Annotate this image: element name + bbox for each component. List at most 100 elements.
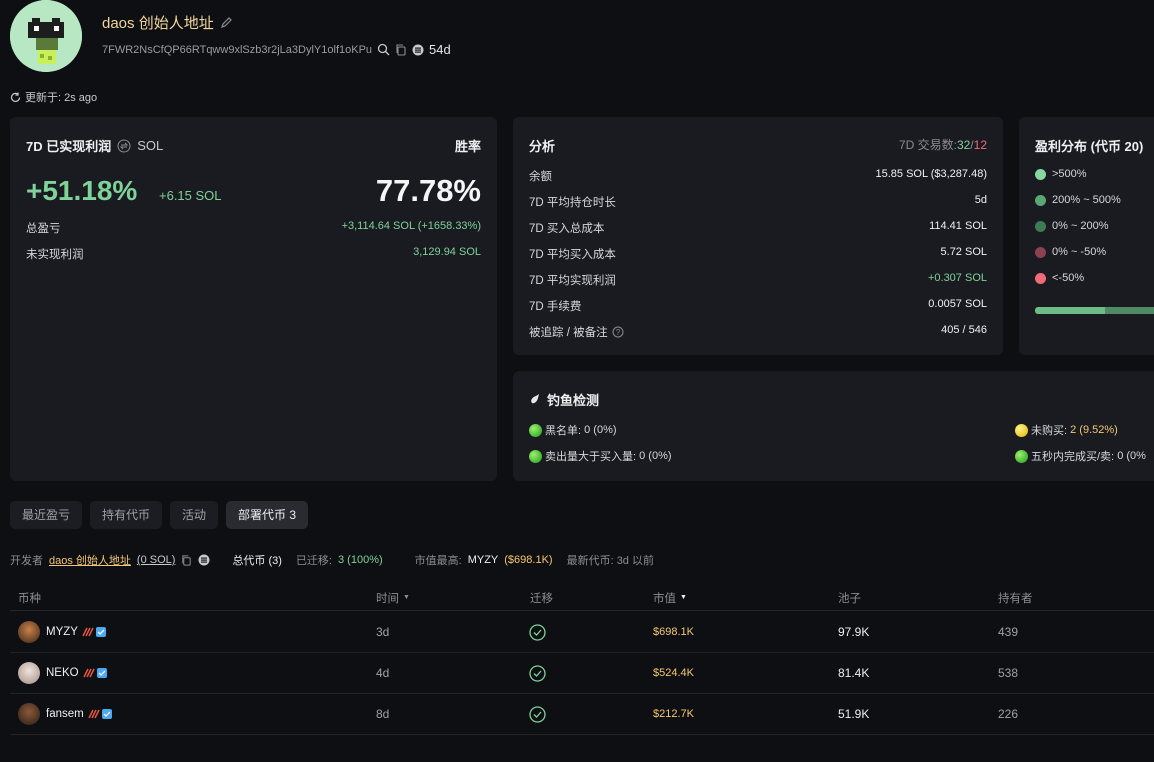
winrate-label: 胜率 [454, 139, 481, 154]
distribution-title: 盈利分布 (代币 20) [1035, 139, 1144, 154]
status-green-icon [529, 423, 542, 437]
pnl-unit: SOL [137, 138, 164, 153]
mc-cell: $212.7K [653, 708, 694, 720]
dev-name-link[interactable]: daos 创始人地址 [49, 552, 131, 568]
flame-icon [82, 627, 94, 637]
distribution-item: 0% ~ 200% [1035, 220, 1109, 232]
updated-text: 更新于: 2s ago [25, 92, 98, 104]
copy-icon[interactable] [181, 554, 192, 566]
verified-icon [96, 668, 107, 678]
col-coin: 币种 [18, 592, 41, 605]
chain-icon [198, 554, 210, 566]
pnl-sol: +6.15 SOL [159, 188, 222, 203]
phishing-value: 0 (0% [1117, 450, 1146, 462]
analysis-row: 余额 15.85 SOL ($3,287.48) [529, 168, 987, 184]
bar-segment-high [1035, 307, 1105, 314]
table-header: 币种 时间 ▼ 迁移 市值 ▼ 池子 持有者 [10, 585, 1154, 611]
tab-recent-pnl[interactable]: 最近盈亏 [10, 501, 83, 529]
phishing-label: 未购买: [1031, 425, 1068, 437]
distribution-item: <-50% [1035, 272, 1084, 284]
unrealized-value: 3,129.94 SOL [413, 246, 481, 258]
unrealized-label: 未实现利润 [26, 249, 84, 261]
total-tokens: 总代币 (3) [232, 555, 282, 567]
migrated-value: 3 (100%) [338, 554, 383, 566]
tab-holdings[interactable]: 持有代币 [90, 501, 163, 529]
wallet-name: daos 创始人地址 [102, 12, 233, 33]
updated-status: 更新于: 2s ago [10, 89, 97, 105]
pnl-card: 7D 已实现利润 SOL 胜率 +51.18% +6.15 SOL 77.78%… [10, 117, 497, 481]
status-yellow-icon [1015, 423, 1028, 437]
top-mc-value: ($698.1K) [504, 554, 553, 566]
sort-active-icon[interactable]: ▼ [680, 594, 687, 601]
token-avatar [18, 621, 40, 643]
tx-count: 7D 交易数:32/12 [899, 136, 987, 153]
pool-cell: 97.9K [838, 625, 870, 639]
col-time[interactable]: 时间 ▼ [376, 585, 410, 610]
distribution-item: >500% [1035, 168, 1087, 180]
legend-dot [1035, 220, 1046, 232]
legend-dot [1035, 246, 1046, 258]
legend-dot [1035, 272, 1046, 284]
pool-cell: 51.9K [838, 707, 870, 721]
col-mc-label: 市值 [653, 592, 676, 605]
phishing-item: 未购买: 2 (9.52%) [1015, 422, 1118, 438]
analysis-row: 7D 平均实现利润 +0.307 SOL [529, 272, 987, 288]
token-avatar [18, 703, 40, 725]
analysis-row: 7D 平均持仓时长 5d [529, 194, 987, 210]
bar-segment-mid [1105, 307, 1154, 314]
search-icon[interactable] [377, 43, 390, 56]
status-green-icon [1015, 449, 1028, 463]
unrealized-row: 未实现利润 3,129.94 SOL [26, 246, 481, 262]
sort-down-icon[interactable]: ▼ [403, 594, 410, 601]
edit-icon[interactable] [220, 16, 233, 29]
migrated-cell [529, 694, 546, 734]
table-row[interactable]: MYZY 3d $698.1K 97.9K 439 [10, 612, 1154, 653]
coin-cell: NEKO [18, 653, 107, 693]
status-green-icon [529, 449, 542, 463]
table-row[interactable]: NEKO 4d $524.4K 81.4K 538 [10, 653, 1154, 694]
check-circle-icon [529, 705, 546, 723]
distribution-label: >500% [1052, 168, 1087, 180]
mc-cell: $524.4K [653, 667, 694, 679]
holders-cell: 439 [998, 625, 1019, 639]
phishing-card: 钓鱼检测 黑名单: 0 (0%) 卖出量大于买入量: 0 (0%) 未购买: 2… [513, 371, 1154, 481]
coin-cell: MYZY [18, 612, 106, 652]
copy-icon[interactable] [395, 43, 407, 56]
analysis-title: 分析 [529, 139, 556, 154]
tab-activity[interactable]: 活动 [170, 501, 219, 529]
coin-cell: fansem [18, 694, 112, 734]
col-holders: 持有者 [998, 592, 1033, 605]
tab-deployed-tokens[interactable]: 部署代币 3 [226, 501, 309, 529]
analysis-value: 5d [974, 194, 987, 206]
swap-icon[interactable] [117, 139, 131, 153]
analysis-card: 分析 7D 交易数:32/12 余额 15.85 SOL ($3,287.48) … [513, 117, 1003, 355]
tx-sell: 12 [973, 138, 987, 152]
table-row[interactable]: fansem 8d $212.7K 51.9K 226 [10, 694, 1154, 735]
wallet-age: 54d [429, 42, 451, 57]
total-pnl-row: 总盈亏 +3,114.64 SOL (+1658.33%) [26, 220, 481, 236]
analysis-value: 5.72 SOL [940, 246, 987, 258]
flame-icon [88, 709, 100, 719]
distribution-label: 0% ~ -50% [1052, 246, 1107, 258]
migrated-label: 已迁移: [295, 555, 332, 567]
coin-name: fansem [46, 708, 84, 720]
analysis-row: 7D 买入总成本 114.41 SOL [529, 220, 987, 236]
analysis-label: 7D 买入总成本 [529, 223, 605, 235]
analysis-label: 余额 [529, 171, 552, 183]
total-pnl-value: +3,114.64 SOL (+1658.33%) [341, 220, 481, 232]
analysis-value: +0.307 SOL [927, 272, 987, 284]
analysis-value: 405 / 546 [941, 324, 987, 336]
phishing-value: 0 (0%) [639, 450, 672, 462]
holders-cell: 538 [998, 666, 1019, 680]
distribution-item: 200% ~ 500% [1035, 194, 1121, 206]
phishing-item: 卖出量大于买入量: 0 (0%) [529, 448, 672, 464]
col-mc[interactable]: 市值 ▼ [653, 585, 687, 610]
refresh-icon[interactable] [10, 92, 21, 103]
dev-label: 开发者 [10, 555, 43, 567]
distribution-label: 0% ~ 200% [1052, 220, 1109, 232]
analysis-label: 7D 平均买入成本 [529, 249, 616, 261]
help-icon[interactable]: ? [612, 326, 624, 338]
analysis-row: 7D 手续费 0.0057 SOL [529, 298, 987, 314]
latest-token: 最新代币: 3d 以前 [566, 555, 654, 567]
wallet-address: 7FWR2NsCfQP66RTqww9xlSzb3r2jLa3DylY1olf1… [102, 43, 373, 56]
